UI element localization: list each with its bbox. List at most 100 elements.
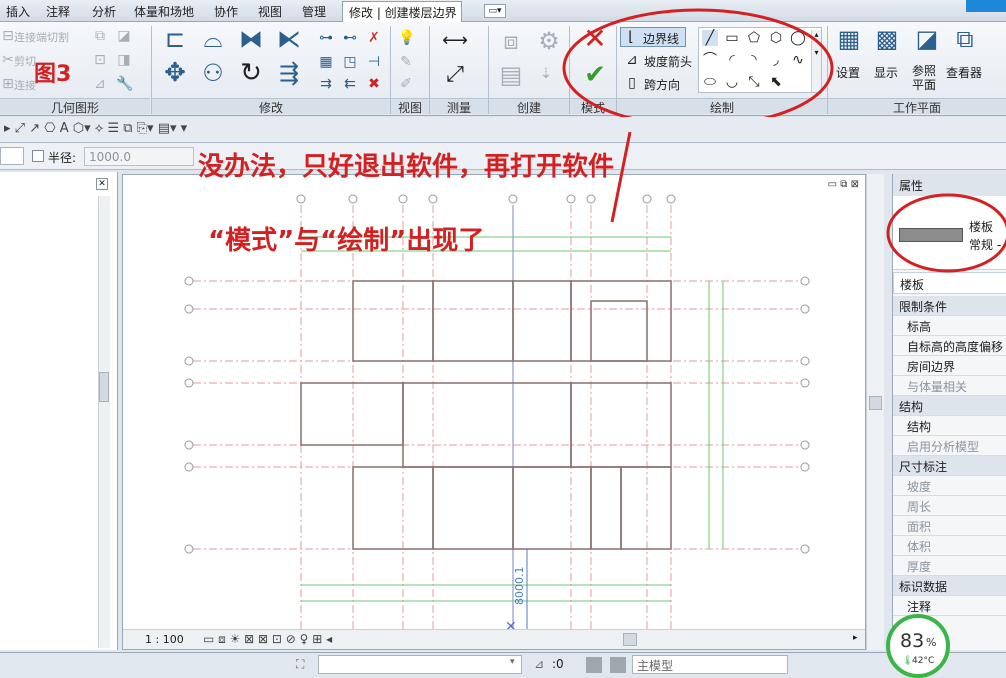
filter-icon[interactable]: ⊿ bbox=[534, 657, 544, 671]
demolish-icon[interactable]: 🔧 bbox=[116, 76, 133, 92]
view-control-icons[interactable]: ▭ ⧈ ☀ ⊠ ⊠ ⊡ ⊘ ♀ ⊞ ◂ bbox=[203, 632, 332, 647]
property-category[interactable]: 尺寸标注 bbox=[893, 456, 1006, 476]
gauge-temp: 42°C bbox=[912, 656, 935, 666]
mirror-draw-icon[interactable]: ⧔ bbox=[274, 27, 304, 56]
ref-plane-icon[interactable]: ◪ bbox=[912, 27, 942, 56]
similar-icon[interactable]: ⇣ bbox=[538, 66, 554, 82]
project-browser-panel: ✕ bbox=[0, 172, 118, 650]
tab-manage[interactable]: 管理 bbox=[302, 3, 326, 20]
show-workplane-icon[interactable]: ▩ bbox=[872, 27, 902, 56]
left-scroll-thumb[interactable] bbox=[99, 372, 109, 402]
property-row[interactable]: 与体量相关 bbox=[893, 376, 1006, 396]
align-icon[interactable]: ⊏ bbox=[160, 27, 190, 56]
extend-icon[interactable]: ⇉ bbox=[318, 76, 334, 92]
scale-icon[interactable]: ◳ bbox=[342, 54, 358, 70]
left-scrollbar[interactable] bbox=[98, 196, 110, 648]
design-option-dropdown[interactable]: 主模型 bbox=[632, 655, 788, 674]
panel-title-measure: 测量 bbox=[430, 98, 488, 115]
toolbar-measure-icon[interactable]: ▸ ⤢ ↗ ⎔ A ⬡▾ ⟡ ☰ ⧉ ⎘▾ ▤▾ ▾ bbox=[4, 121, 187, 136]
property-row[interactable]: 自标高的高度偏移 bbox=[893, 336, 1006, 356]
group-icon[interactable]: ▤ bbox=[496, 63, 526, 92]
editable-only-icon[interactable] bbox=[586, 657, 602, 673]
panel-title-view: 视图 bbox=[391, 98, 429, 115]
vertical-scroll-thumb[interactable] bbox=[869, 396, 882, 410]
tab-annotate[interactable]: 注释 bbox=[46, 3, 70, 20]
options-field[interactable] bbox=[0, 147, 24, 165]
array-icon[interactable]: ▦ bbox=[318, 54, 334, 70]
set-workplane-label[interactable]: 设置 bbox=[836, 64, 860, 81]
property-row[interactable]: 厚度 bbox=[893, 556, 1006, 576]
scroll-right-icon[interactable]: ▸ bbox=[853, 633, 858, 643]
tab-collaborate[interactable]: 协作 bbox=[214, 3, 238, 20]
property-row[interactable]: 周长 bbox=[893, 496, 1006, 516]
bulb-icon[interactable]: 💡 bbox=[398, 30, 415, 46]
figure-label: 图3 bbox=[34, 62, 72, 87]
join-cut-label: 连接端切割 bbox=[14, 31, 69, 44]
property-row[interactable]: 结构 bbox=[893, 416, 1006, 436]
brush-icon[interactable]: ✎ bbox=[398, 54, 414, 70]
split-icon[interactable]: ⊶ bbox=[318, 30, 334, 46]
delete-icon[interactable]: ✖ bbox=[366, 76, 382, 92]
viewer-icon[interactable]: ⧉ bbox=[950, 27, 980, 56]
cut-label: 剪切 bbox=[14, 55, 36, 68]
view-scale[interactable]: 1 : 100 bbox=[145, 633, 184, 646]
selection-count: :0 bbox=[552, 657, 564, 671]
tab-overflow-icon[interactable]: ▭▾ bbox=[484, 4, 506, 18]
tab-view[interactable]: 视图 bbox=[258, 3, 282, 20]
property-category[interactable]: 标识数据 bbox=[893, 576, 1006, 596]
property-row[interactable]: 标高 bbox=[893, 316, 1006, 336]
tab-modify-create-floor-boundary[interactable]: 修改 | 创建楼层边界 bbox=[342, 1, 462, 22]
viewer-label[interactable]: 查看器 bbox=[946, 64, 982, 81]
extend-multi-icon[interactable]: ⇇ bbox=[342, 76, 358, 92]
split-gap-icon[interactable]: ⊷ bbox=[342, 30, 358, 46]
copy-icon[interactable]: ⚇ bbox=[198, 61, 228, 92]
help-icon[interactable] bbox=[966, 0, 1006, 12]
wall-join-icon[interactable]: ⊡ bbox=[92, 52, 108, 68]
property-row[interactable]: 房间边界 bbox=[893, 356, 1006, 376]
move-icon[interactable]: ✥ bbox=[160, 60, 190, 92]
trim-icon[interactable]: ⇶ bbox=[274, 61, 304, 92]
panel-title-geometry: 几何图形 bbox=[0, 98, 150, 115]
rotate-icon[interactable]: ↻ bbox=[236, 60, 266, 92]
show-workplane-label[interactable]: 显示 bbox=[874, 64, 898, 81]
property-row[interactable]: 启用分析模型 bbox=[893, 436, 1006, 456]
design-option-icon[interactable] bbox=[610, 657, 626, 673]
cube-icon[interactable]: ◪ bbox=[116, 28, 132, 44]
copy-geom-icon[interactable]: ⧉ bbox=[92, 28, 108, 44]
property-row[interactable]: 面积 bbox=[893, 516, 1006, 536]
component-icon[interactable]: ⧈ bbox=[496, 29, 526, 58]
property-row[interactable]: 体积 bbox=[893, 536, 1006, 556]
radius-input[interactable]: 1000.0 bbox=[84, 147, 194, 166]
annotation-line-2: “模式”与“绘制”出现了 bbox=[208, 226, 485, 256]
property-row[interactable]: 注释 bbox=[893, 596, 1006, 616]
workset-icon[interactable]: ⛶ bbox=[296, 657, 304, 672]
offset-icon[interactable]: ⌓ bbox=[198, 27, 228, 56]
aligned-dimension-icon[interactable]: ⤢ bbox=[440, 64, 470, 92]
measure-icon[interactable]: ⟷ bbox=[438, 30, 472, 52]
split-face-icon[interactable]: ⊿ bbox=[92, 76, 108, 92]
view-window-controls[interactable]: ▭ ⧉ ⊠ bbox=[828, 179, 859, 190]
tab-massing-site[interactable]: 体量和场地 bbox=[134, 3, 194, 20]
property-category[interactable]: 限制条件 bbox=[893, 296, 1006, 316]
dimension-text: 8000.1 bbox=[513, 567, 526, 606]
annotation-line-1: 没办法，只好退出软件，再打开软件 bbox=[198, 152, 615, 182]
workset-dropdown[interactable] bbox=[318, 655, 522, 674]
set-workplane-icon[interactable]: ▦ bbox=[834, 27, 864, 56]
unpin-icon[interactable]: ✗ bbox=[366, 30, 382, 46]
highlight-circle-ribbon bbox=[562, 8, 834, 128]
ref-plane-label[interactable]: 参照 平面 bbox=[912, 64, 936, 92]
mirror-axis-icon[interactable]: ⧓ bbox=[236, 27, 266, 56]
property-row[interactable]: 坡度 bbox=[893, 476, 1006, 496]
pin-icon[interactable]: ⊣ bbox=[366, 54, 382, 70]
property-category[interactable]: 结构 bbox=[893, 396, 1006, 416]
horizontal-scroll-thumb[interactable] bbox=[623, 633, 637, 646]
radius-checkbox[interactable] bbox=[32, 150, 44, 162]
ribbon-tab-bar: 插入 注释 分析 体量和场地 协作 视图 管理 修改 | 创建楼层边界 ▭▾ bbox=[0, 0, 1006, 22]
linework-icon[interactable]: ✐ bbox=[398, 76, 414, 92]
canvas-vertical-scrollbar[interactable] bbox=[866, 174, 884, 650]
close-icon[interactable]: ✕ bbox=[96, 178, 108, 190]
annotation-arrow bbox=[610, 131, 632, 223]
paint-icon[interactable]: ◨ bbox=[116, 52, 132, 68]
tab-analyze[interactable]: 分析 bbox=[92, 3, 116, 20]
tab-insert[interactable]: 插入 bbox=[6, 3, 30, 20]
